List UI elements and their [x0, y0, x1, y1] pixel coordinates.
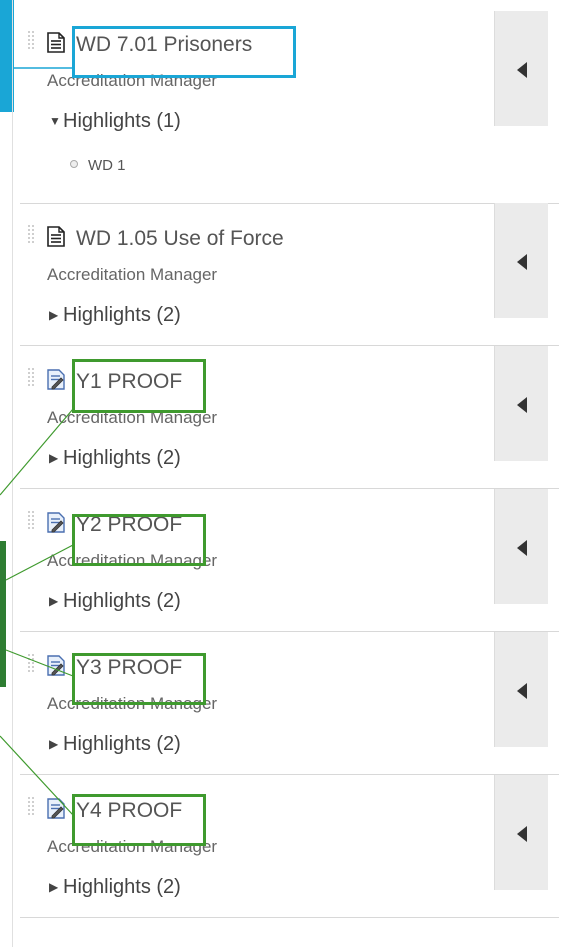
expand-panel-button[interactable] — [494, 775, 548, 890]
document-owner: Accreditation Manager — [47, 71, 218, 90]
expand-panel-button[interactable] — [494, 346, 548, 461]
caret-right-icon: ▶ — [49, 737, 59, 751]
caret-left-icon — [517, 62, 527, 78]
expand-panel-button[interactable] — [494, 489, 548, 604]
caret-left-icon — [517, 683, 527, 699]
edit-document-icon — [47, 512, 65, 533]
caret-down-icon: ▼ — [49, 114, 61, 128]
document-owner: Accreditation Manager — [47, 837, 218, 856]
document-list-item[interactable]: Y1 PROOF Accreditation Manager ▶ Highligh… — [20, 346, 559, 489]
document-list-item[interactable]: WD 1.05 Use of Force Accreditation Manag… — [20, 203, 559, 346]
document-title[interactable]: WD 1.05 Use of Force — [76, 226, 284, 252]
drag-handle-icon[interactable] — [28, 654, 36, 674]
highlights-label: Highlights (2) — [63, 304, 181, 326]
drag-handle-icon[interactable] — [28, 511, 36, 531]
caret-right-icon: ▶ — [49, 451, 59, 465]
edit-document-icon — [47, 798, 65, 819]
highlights-toggle[interactable]: ▶ Highlights (2) — [49, 445, 181, 471]
document-title[interactable]: Y3 PROOF — [76, 655, 182, 681]
drag-handle-icon[interactable] — [28, 31, 36, 51]
highlights-label: Highlights (2) — [63, 590, 181, 612]
expand-panel-button[interactable] — [494, 11, 548, 126]
document-list-panel: WD 7.01 Prisoners Accreditation Manager … — [12, 0, 564, 947]
highlights-toggle[interactable]: ▶ Highlights (2) — [49, 588, 181, 614]
document-title[interactable]: Y4 PROOF — [76, 798, 182, 824]
green-callout-bar — [0, 541, 6, 687]
expand-panel-button[interactable] — [494, 203, 548, 318]
caret-right-icon: ▶ — [49, 308, 59, 322]
document-list-item[interactable]: Y4 PROOF Accreditation Manager ▶ Highligh… — [20, 775, 559, 918]
document-icon — [47, 226, 65, 247]
document-owner: Accreditation Manager — [47, 694, 218, 713]
highlights-label: Highlights (2) — [63, 876, 181, 898]
highlight-entry[interactable]: WD 1 — [70, 155, 126, 177]
drag-handle-icon[interactable] — [28, 368, 36, 388]
drag-handle-icon[interactable] — [28, 225, 36, 245]
caret-right-icon: ▶ — [49, 880, 59, 894]
caret-left-icon — [517, 826, 527, 842]
caret-left-icon — [517, 540, 527, 556]
highlights-toggle[interactable]: ▶ Highlights (2) — [49, 302, 181, 328]
document-title[interactable]: Y1 PROOF — [76, 369, 182, 395]
document-title[interactable]: WD 7.01 Prisoners — [76, 32, 252, 58]
document-owner: Accreditation Manager — [47, 265, 218, 284]
edit-document-icon — [47, 369, 65, 390]
document-list-item[interactable]: WD 7.01 Prisoners Accreditation Manager … — [20, 9, 559, 204]
edit-document-icon — [47, 655, 65, 676]
document-icon — [47, 32, 65, 53]
highlights-toggle[interactable]: ▶ Highlights (2) — [49, 731, 181, 757]
document-list-item[interactable]: Y3 PROOF Accreditation Manager ▶ Highligh… — [20, 632, 559, 775]
caret-right-icon: ▶ — [49, 594, 59, 608]
document-list-item[interactable]: Y2 PROOF Accreditation Manager ▶ Highligh… — [20, 489, 559, 632]
highlights-toggle[interactable]: ▼ Highlights (1) — [49, 108, 181, 134]
document-owner: Accreditation Manager — [47, 551, 218, 570]
document-owner: Accreditation Manager — [47, 408, 218, 427]
document-title[interactable]: Y2 PROOF — [76, 512, 182, 538]
highlights-label: Highlights (2) — [63, 733, 181, 755]
caret-left-icon — [517, 397, 527, 413]
highlights-toggle[interactable]: ▶ Highlights (2) — [49, 874, 181, 900]
drag-handle-icon[interactable] — [28, 797, 36, 817]
expand-panel-button[interactable] — [494, 632, 548, 747]
highlights-label: Highlights (2) — [63, 447, 181, 469]
highlight-entry-label: WD 1 — [88, 157, 126, 174]
highlights-label: Highlights (1) — [63, 110, 181, 132]
caret-left-icon — [517, 254, 527, 270]
bullet-icon — [70, 160, 78, 168]
